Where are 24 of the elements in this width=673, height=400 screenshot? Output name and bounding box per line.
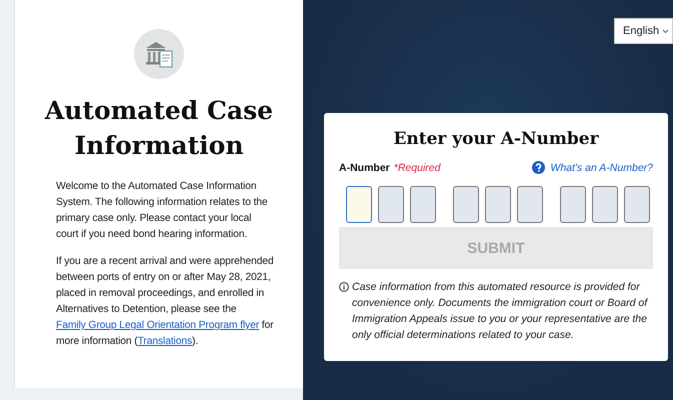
intro-paragraph: If you are a recent arrival and were apprehended between ports of entry on or after May 28, 2021, placed in removal proceedings, and enrolled in Alternatives to Detention, please see the Family Group Legal Orientation Program flyer for more information (Translations). — [56, 255, 274, 349]
digit-field[interactable] — [560, 186, 586, 223]
help-icon — [532, 161, 546, 174]
digit-field[interactable] — [346, 186, 372, 223]
digit-field[interactable] — [453, 186, 479, 223]
digit-field[interactable] — [410, 186, 436, 223]
intro-paragraph: Welcome to the Automated Case Information System. The following information relates to the primary case only. Please contact your local court if you need bond hearing information. — [56, 180, 268, 242]
info-icon — [339, 282, 349, 292]
digit-field[interactable] — [624, 186, 650, 223]
card-title: Enter your A-Number — [392, 129, 600, 149]
help-link[interactable]: What's an A-Number? — [550, 162, 653, 174]
digit-field[interactable] — [592, 186, 618, 223]
courthouse-document-icon — [134, 29, 184, 79]
document-link[interactable]: Translations — [138, 336, 192, 347]
required-note: *Required — [394, 162, 440, 174]
digit-field[interactable] — [378, 186, 404, 223]
digit-field[interactable] — [517, 186, 543, 223]
document-link[interactable]: Family Group Legal Orientation Program flyer — [56, 320, 260, 331]
chevron-down-icon — [662, 28, 669, 34]
field-label: A-Number — [339, 162, 390, 174]
language-select[interactable]: English — [614, 18, 673, 44]
disclaimer-text: Case information from this automated resource is provided for convenience only. Documents the immigration court or Board of Immigration Appeals issue to you or your representative are the only official determinations related to your case. — [352, 280, 649, 343]
digit-field[interactable] — [485, 186, 511, 223]
page-title: Automated Case Information — [44, 95, 274, 162]
